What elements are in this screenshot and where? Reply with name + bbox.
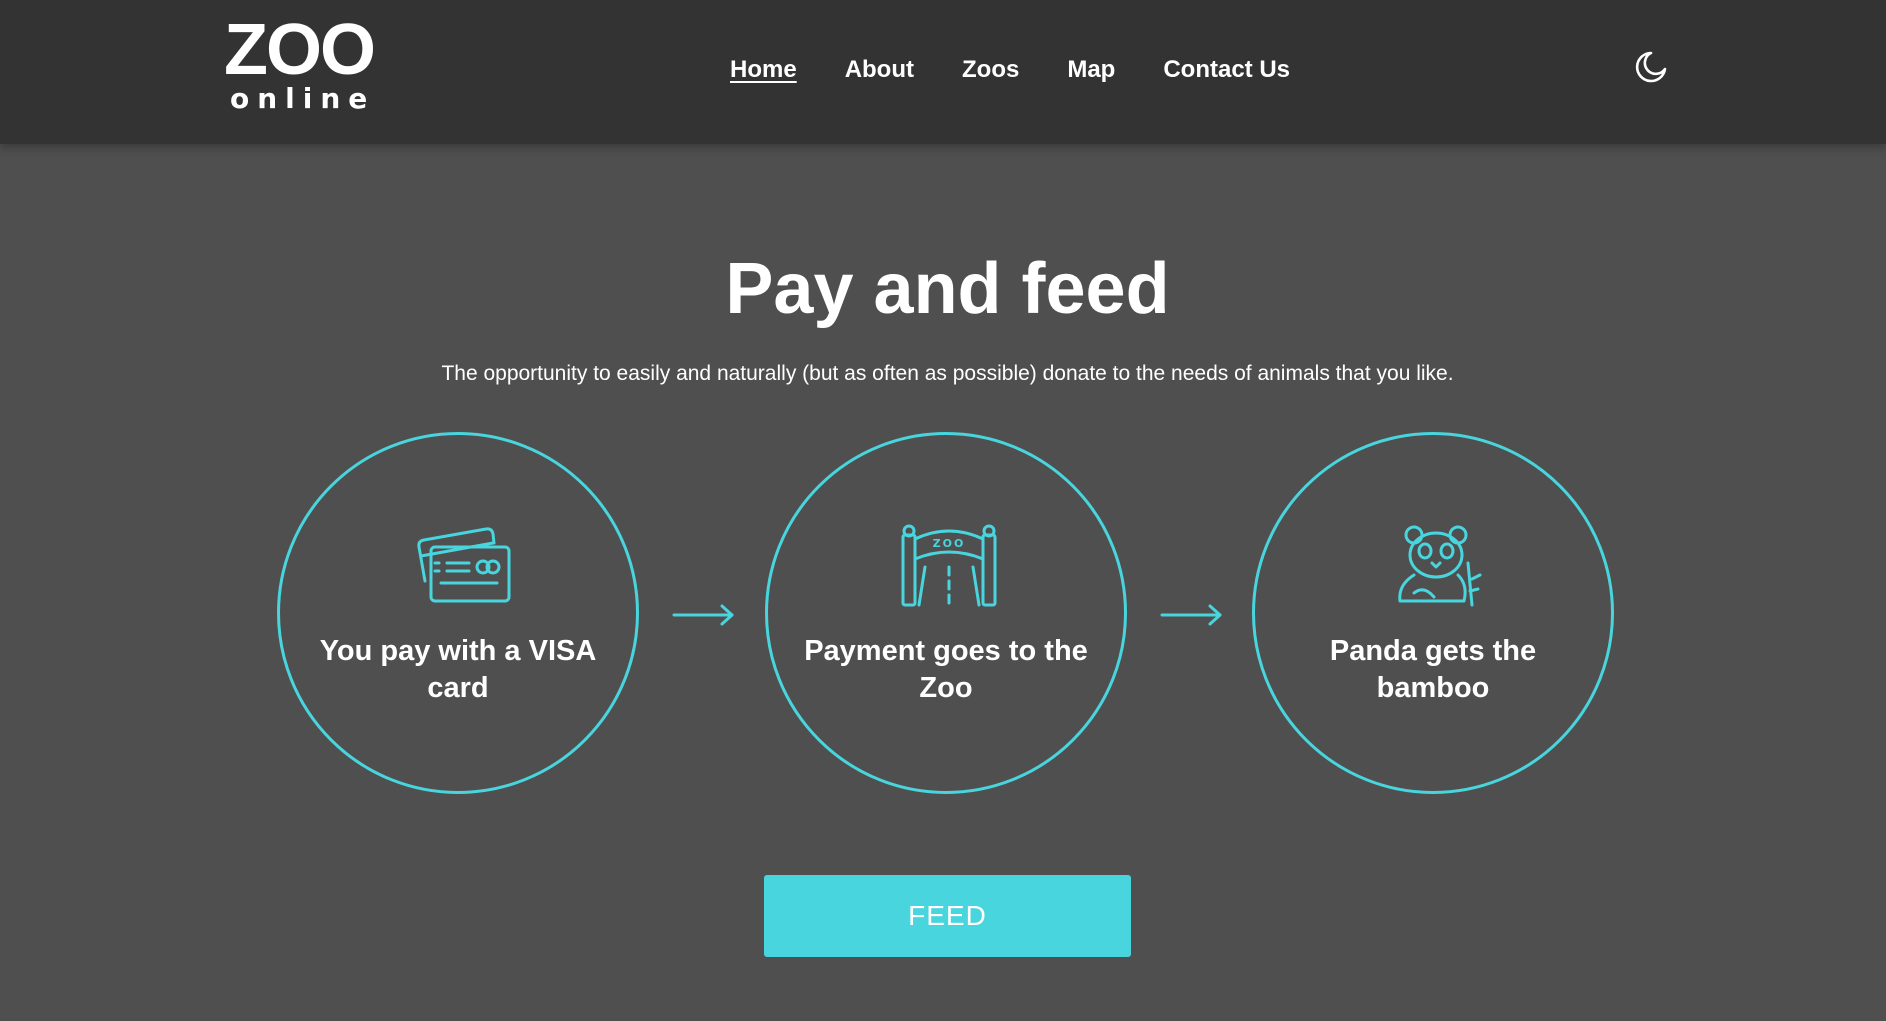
main-nav: Home About Zoos Map Contact Us	[730, 52, 1338, 88]
zoo-gate-icon: ZOO	[901, 524, 997, 607]
moon-icon	[1635, 51, 1667, 83]
svg-text:ZOO: ZOO	[933, 537, 966, 550]
step-pay-label: You pay with a VISA card	[319, 635, 597, 704]
site-header: ZOO online Home About Zoos Map Contact U…	[0, 0, 1886, 144]
logo-sub-text: online	[230, 82, 376, 115]
page-subtitle: The opportunity to easily and naturally …	[441, 362, 1454, 385]
credit-cards-icon	[417, 527, 511, 603]
nav-item-map[interactable]: Map	[1067, 52, 1115, 88]
logo-main-text: ZOO	[224, 10, 376, 90]
step-panda: Panda gets the bamboo	[1252, 432, 1614, 794]
site-logo[interactable]: ZOO online	[224, 10, 376, 118]
step-zoo: ZOO Payment goes to the Zoo	[765, 432, 1127, 794]
nav-item-about[interactable]: About	[845, 52, 914, 88]
nav-item-home[interactable]: Home	[730, 52, 797, 88]
arrow-right-icon	[1160, 604, 1222, 626]
theme-toggle-button[interactable]	[1634, 50, 1668, 84]
nav-item-contact-us[interactable]: Contact Us	[1163, 52, 1290, 88]
step-panda-label: Panda gets the bamboo	[1329, 635, 1537, 704]
step-zoo-label: Payment goes to the Zoo	[804, 635, 1088, 704]
nav-item-zoos[interactable]: Zoos	[962, 52, 1019, 88]
feed-button[interactable]: FEED	[764, 875, 1131, 957]
page-title: Pay and feed	[725, 249, 1170, 329]
arrow-right-icon	[672, 604, 734, 626]
panda-icon	[1398, 525, 1482, 607]
step-pay: You pay with a VISA card	[277, 432, 639, 794]
